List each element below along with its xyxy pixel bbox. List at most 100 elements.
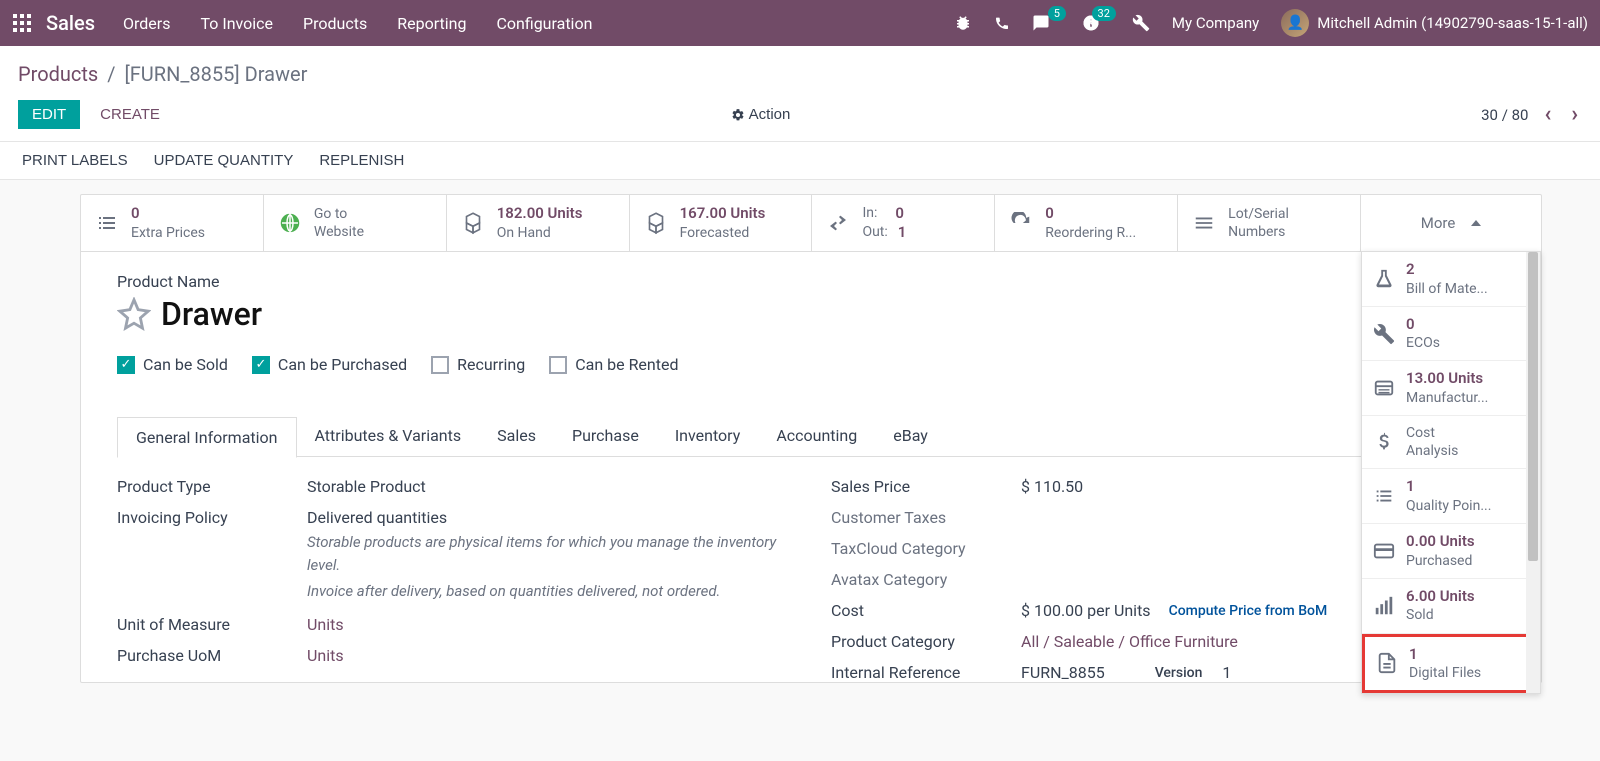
customer-taxes-label: Customer Taxes — [831, 508, 1021, 527]
replenish-button[interactable]: REPLENISH — [319, 152, 404, 169]
user-name: Mitchell Admin (14902790-saas-15-1-all) — [1317, 14, 1588, 32]
tab-inventory[interactable]: Inventory — [657, 416, 759, 456]
pager: 30 / 80 ‹ › — [1481, 102, 1582, 127]
more-item-6[interactable]: 6.00 UnitsSold — [1362, 579, 1540, 634]
action-button[interactable]: Action — [731, 106, 791, 123]
form-sheet: 0 Extra Prices Go to Website 182.00 Un — [80, 194, 1542, 683]
cost-label: Cost — [831, 601, 1021, 620]
uom-label: Unit of Measure — [117, 615, 307, 634]
tools-icon[interactable] — [1132, 14, 1150, 32]
more-item-2[interactable]: 13.00 UnitsManufactur... — [1362, 361, 1540, 416]
star-icon[interactable] — [117, 297, 151, 331]
uom-value[interactable]: Units — [307, 615, 344, 634]
nav-right-icons: 5 32 My Company 👤 Mitchell Admin (149027… — [954, 9, 1588, 37]
can-be-sold-checkbox[interactable]: Can be Sold — [117, 355, 228, 374]
activities-icon[interactable]: 32 — [1082, 14, 1100, 32]
transfer-icon — [824, 209, 852, 237]
more-item-3[interactable]: CostAnalysis — [1362, 416, 1540, 469]
invoicing-policy-value: Delivered quantities — [307, 508, 791, 527]
avatar: 👤 — [1281, 9, 1309, 37]
stat-reordering[interactable]: 0 Reordering R... — [995, 195, 1178, 251]
pager-next[interactable]: › — [1567, 102, 1582, 127]
gear-icon — [731, 108, 745, 122]
product-type-value: Storable Product — [307, 477, 426, 496]
stat-lot-serial[interactable]: Lot/Serial Numbers — [1178, 195, 1361, 251]
conversations-icon[interactable]: 5 — [1032, 14, 1050, 32]
tab-purchase[interactable]: Purchase — [554, 416, 657, 456]
edit-button[interactable]: EDIT — [18, 100, 80, 129]
invoicing-policy-help: Invoice after delivery, based on quantit… — [307, 580, 791, 603]
more-item-1[interactable]: 0ECOs — [1362, 307, 1540, 362]
can-be-purchased-checkbox[interactable]: Can be Purchased — [252, 355, 407, 374]
stat-in-out[interactable]: In: 0 Out: 1 — [812, 195, 995, 251]
pager-text: 30 / 80 — [1481, 106, 1528, 124]
nav-products[interactable]: Products — [303, 14, 367, 33]
product-type-help: Storable products are physical items for… — [307, 531, 791, 576]
compute-price-link[interactable]: Compute Price from BoM — [1169, 603, 1328, 619]
can-be-rented-checkbox[interactable]: Can be Rented — [549, 355, 678, 374]
conversations-badge: 5 — [1048, 6, 1066, 21]
file-icon — [1375, 651, 1399, 675]
nav-to-invoice[interactable]: To Invoice — [200, 14, 273, 33]
activities-badge: 32 — [1092, 6, 1116, 21]
create-button[interactable]: CREATE — [100, 106, 160, 123]
page-header: Products / [FURN_8855] Drawer EDIT CREAT… — [0, 46, 1600, 142]
list-icon — [93, 209, 121, 237]
bars-icon — [1190, 209, 1218, 237]
cubes-icon — [459, 209, 487, 237]
stat-more[interactable]: More — [1361, 195, 1541, 251]
update-quantity-button[interactable]: UPDATE QUANTITY — [154, 152, 294, 169]
bug-icon[interactable] — [954, 14, 972, 32]
product-type-label: Product Type — [117, 477, 307, 496]
company-name[interactable]: My Company — [1172, 14, 1259, 32]
credit-card-icon — [1372, 539, 1396, 563]
more-item-0[interactable]: 2Bill of Mate... — [1362, 252, 1540, 307]
product-name: Drawer — [161, 295, 262, 333]
phone-icon[interactable] — [994, 15, 1010, 31]
nav-reporting[interactable]: Reporting — [397, 14, 466, 33]
user-menu[interactable]: 👤 Mitchell Admin (14902790-saas-15-1-all… — [1281, 9, 1588, 37]
stat-forecasted[interactable]: 167.00 Units Forecasted — [630, 195, 813, 251]
internal-reference-value: FURN_8855 — [1021, 663, 1105, 682]
nav-orders[interactable]: Orders — [123, 14, 170, 33]
more-item-7[interactable]: 1Digital Files — [1362, 634, 1540, 694]
top-nav: Sales Orders To Invoice Products Reporti… — [0, 0, 1600, 46]
invoicing-policy-label: Invoicing Policy — [117, 508, 307, 603]
nav-configuration[interactable]: Configuration — [496, 14, 592, 33]
status-bar: PRINT LABELS UPDATE QUANTITY REPLENISH — [0, 142, 1600, 180]
globe-icon — [276, 209, 304, 237]
breadcrumb-root[interactable]: Products — [18, 62, 98, 86]
stat-on-hand[interactable]: 182.00 Units On Hand — [447, 195, 630, 251]
sales-price-label: Sales Price — [831, 477, 1021, 496]
wrench-icon — [1372, 322, 1396, 346]
pager-prev[interactable]: ‹ — [1540, 102, 1555, 127]
taxcloud-label: TaxCloud Category — [831, 539, 1021, 558]
tab-ebay[interactable]: eBay — [875, 416, 946, 456]
more-item-5[interactable]: 0.00 UnitsPurchased — [1362, 524, 1540, 579]
tab-general-information[interactable]: General Information — [117, 417, 297, 458]
tabs: General Information Attributes & Variant… — [117, 416, 1505, 457]
recurring-checkbox[interactable]: Recurring — [431, 355, 525, 374]
app-brand[interactable]: Sales — [46, 11, 95, 35]
tab-attributes-variants[interactable]: Attributes & Variants — [297, 416, 480, 456]
stat-extra-prices[interactable]: 0 Extra Prices — [81, 195, 264, 251]
bars-icon — [1372, 594, 1396, 618]
purchase-uom-label: Purchase UoM — [117, 646, 307, 665]
breadcrumb-separator: / — [107, 62, 115, 86]
dropdown-scrollbar[interactable] — [1526, 252, 1540, 693]
tab-sales[interactable]: Sales — [479, 416, 554, 456]
stat-go-to-website[interactable]: Go to Website — [264, 195, 447, 251]
tab-accounting[interactable]: Accounting — [758, 416, 875, 456]
version-value: 1 — [1222, 663, 1231, 682]
apps-icon[interactable] — [12, 13, 32, 33]
version-label: Version — [1155, 665, 1203, 681]
print-labels-button[interactable]: PRINT LABELS — [22, 152, 128, 169]
purchase-uom-value[interactable]: Units — [307, 646, 344, 665]
card-icon — [1372, 376, 1396, 400]
product-category-value[interactable]: All / Saleable / Office Furniture — [1021, 632, 1238, 651]
cubes-icon — [642, 209, 670, 237]
more-item-4[interactable]: 1Quality Poin... — [1362, 469, 1540, 524]
cost-value: $ 100.00 per Units — [1021, 601, 1151, 620]
breadcrumb: Products / [FURN_8855] Drawer — [18, 62, 1582, 86]
sales-price-value: $ 110.50 — [1021, 477, 1083, 496]
